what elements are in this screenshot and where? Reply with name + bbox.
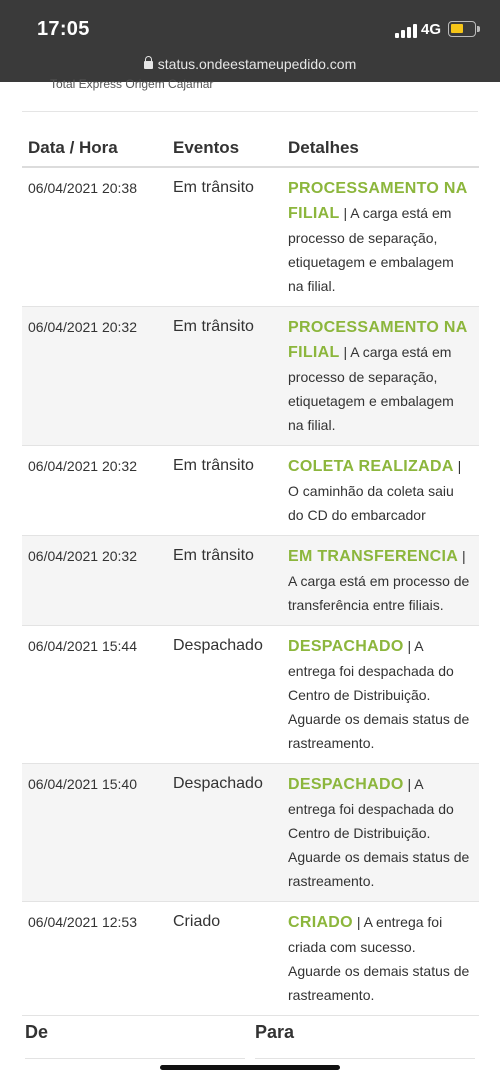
from-divider bbox=[25, 1058, 245, 1059]
table-header-row: Data / Hora Eventos Detalhes bbox=[22, 130, 479, 168]
url-bar[interactable]: status.ondeestameupedido.com bbox=[0, 56, 500, 72]
table-row: 06/04/2021 15:44 Despachado DESPACHADO | A… bbox=[22, 625, 479, 764]
tracking-table: Data / Hora Eventos Detalhes 06/04/2021 … bbox=[22, 130, 479, 1016]
separator: | bbox=[343, 344, 348, 360]
row-details: COLETA REALIZADA | O caminhão da coleta … bbox=[282, 445, 479, 536]
page-content: Total Express Origem Cajamar Data / Hora… bbox=[0, 77, 500, 1082]
signal-icon bbox=[395, 22, 417, 38]
status-title: EM TRANSFERENCIA bbox=[288, 548, 459, 565]
separator: | bbox=[343, 205, 348, 221]
table-row: 06/04/2021 20:32 Em trânsito PROCESSAMENTO… bbox=[22, 306, 479, 446]
table-row: 06/04/2021 15:40 Despachado DESPACHADO | A… bbox=[22, 763, 479, 902]
row-date: 06/04/2021 15:40 bbox=[22, 763, 167, 902]
row-event: Despachado bbox=[167, 763, 282, 902]
footer-section: De Para bbox=[0, 1018, 500, 1082]
status-title: DESPACHADO bbox=[288, 638, 404, 655]
home-indicator bbox=[160, 1065, 340, 1070]
row-event: Em trânsito bbox=[167, 535, 282, 626]
row-details: DESPACHADO | A entrega foi despachada do… bbox=[282, 763, 479, 902]
status-title: COLETA REALIZADA bbox=[288, 458, 454, 475]
row-details: CRIADO | A entrega foi criada com sucess… bbox=[282, 901, 479, 1016]
table-row: 06/04/2021 12:53 Criado CRIADO | A entrega… bbox=[22, 901, 479, 1016]
status-detail: O caminhão da coleta saiu do CD do embar… bbox=[288, 483, 454, 523]
origin-text: Total Express Origem Cajamar bbox=[50, 77, 214, 91]
row-event: Em trânsito bbox=[167, 167, 282, 307]
to-label: Para bbox=[255, 1022, 295, 1042]
table-row: 06/04/2021 20:38 Em trânsito PROCESSAMENTO… bbox=[22, 167, 479, 307]
row-date: 06/04/2021 15:44 bbox=[22, 625, 167, 764]
separator: | bbox=[356, 914, 361, 930]
status-title: CRIADO bbox=[288, 914, 353, 931]
row-event: Em trânsito bbox=[167, 306, 282, 446]
status-time: 17:05 bbox=[37, 18, 90, 40]
battery-icon bbox=[448, 21, 480, 37]
header-details: Detalhes bbox=[282, 130, 479, 168]
row-event: Despachado bbox=[167, 625, 282, 764]
divider bbox=[22, 111, 478, 112]
url-text: status.ondeestameupedido.com bbox=[157, 56, 357, 72]
header-date: Data / Hora bbox=[22, 130, 167, 168]
row-details: DESPACHADO | A entrega foi despachada do… bbox=[282, 625, 479, 764]
row-date: 06/04/2021 20:38 bbox=[22, 167, 167, 307]
browser-chrome: 17:05 4G status.ondeestameupedido.com bbox=[0, 0, 500, 82]
row-event: Criado bbox=[167, 901, 282, 1016]
status-detail: A carga está em processo de transferênci… bbox=[288, 573, 470, 613]
lock-icon bbox=[143, 56, 153, 69]
from-label: De bbox=[25, 1022, 49, 1042]
network-type: 4G bbox=[421, 21, 442, 38]
row-date: 06/04/2021 12:53 bbox=[22, 901, 167, 1016]
table-row: 06/04/2021 20:32 Em trânsito EM TRANSFEREN… bbox=[22, 535, 479, 626]
row-details: PROCESSAMENTO NA FILIAL | A carga está e… bbox=[282, 306, 479, 446]
row-details: PROCESSAMENTO NA FILIAL | A carga está e… bbox=[282, 167, 479, 307]
separator: | bbox=[407, 638, 412, 654]
separator: | bbox=[407, 776, 412, 792]
to-divider bbox=[255, 1058, 475, 1059]
header-events: Eventos bbox=[167, 130, 282, 168]
status-title: DESPACHADO bbox=[288, 776, 404, 793]
row-date: 06/04/2021 20:32 bbox=[22, 535, 167, 626]
row-date: 06/04/2021 20:32 bbox=[22, 445, 167, 536]
row-event: Em trânsito bbox=[167, 445, 282, 536]
separator: | bbox=[462, 548, 466, 564]
table-row: 06/04/2021 20:32 Em trânsito COLETA REALIZ… bbox=[22, 445, 479, 536]
row-details: EM TRANSFERENCIA | A carga está em proce… bbox=[282, 535, 479, 626]
row-date: 06/04/2021 20:32 bbox=[22, 306, 167, 446]
separator: | bbox=[457, 458, 462, 474]
